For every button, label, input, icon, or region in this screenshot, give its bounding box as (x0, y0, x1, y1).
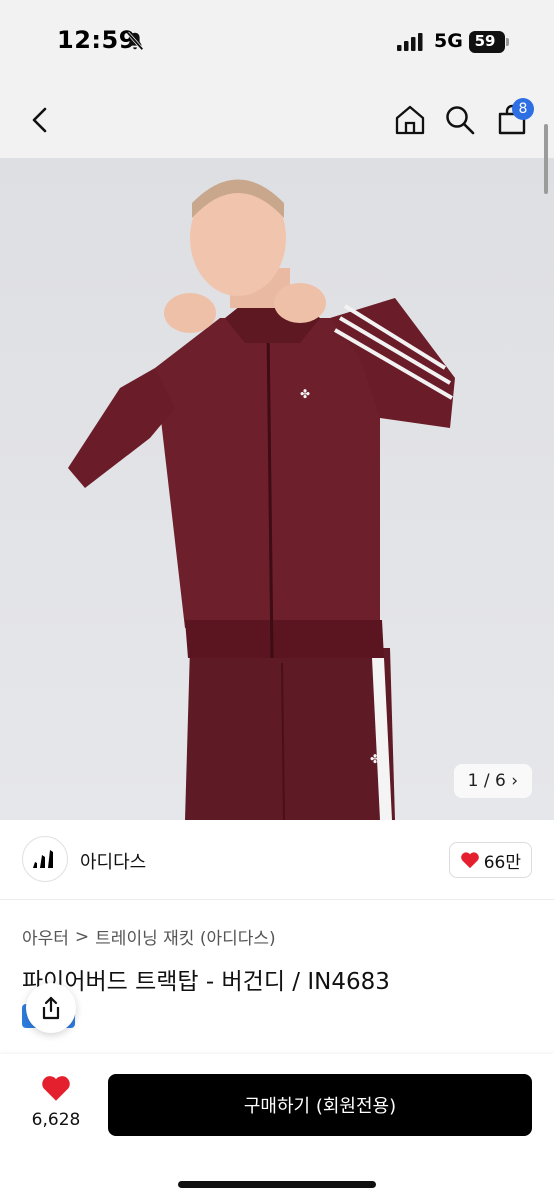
brand-logo[interactable] (22, 836, 68, 882)
network-type: 5G (434, 30, 463, 52)
breadcrumb-separator: > (74, 926, 90, 947)
image-counter-text: 1 / 6 (467, 771, 506, 791)
breadcrumb-subcategory[interactable]: 트레이닝 재킷 (아디다스) (95, 924, 275, 949)
product-title: 파이어버드 트랙탑 - 버건디 / IN4683 (22, 969, 390, 995)
search-icon (446, 106, 475, 135)
product-screen: 12:59 5G 59 8 ✤ ✤ 1 / 6 › 아디다스 66만 아우터 >… (0, 0, 554, 1200)
search-button[interactable] (440, 100, 480, 140)
cart-count-badge: 8 (512, 98, 534, 120)
status-bar: 12:59 5G 59 (0, 0, 554, 84)
wish-count: 6,628 (31, 1110, 81, 1130)
share-button[interactable] (26, 983, 76, 1033)
breadcrumb-category[interactable]: 아우터 (22, 924, 69, 949)
chevron-right-icon: › (511, 771, 518, 791)
bottom-purchase-bar: 6,628 구매하기 (회원전용) (0, 1054, 554, 1200)
buy-button[interactable]: 구매하기 (회원전용) (108, 1074, 532, 1136)
product-image[interactable]: ✤ ✤ 1 / 6 › (0, 158, 554, 820)
back-button[interactable] (20, 100, 60, 140)
adidas-logo-icon (33, 850, 53, 868)
heart-icon (42, 1076, 70, 1101)
product-photo: ✤ ✤ (68, 179, 455, 820)
svg-text:✤: ✤ (300, 387, 310, 401)
heart-icon (460, 852, 479, 869)
breadcrumb: 아우터 > 트레이닝 재킷 (아디다스) (22, 924, 276, 950)
brand-like-count: 66만 (483, 852, 521, 873)
svg-text:✤: ✤ (370, 752, 380, 766)
home-indicator[interactable] (178, 1181, 376, 1188)
home-button[interactable] (390, 100, 430, 140)
home-icon (395, 105, 425, 135)
scrollbar[interactable] (544, 124, 548, 194)
brand-name[interactable]: 아디다스 (80, 848, 146, 874)
image-counter[interactable]: 1 / 6 › (453, 764, 532, 798)
brand-like-button[interactable]: 66만 (448, 842, 532, 878)
battery-icon: 59 (469, 31, 509, 53)
cart-button[interactable]: 8 (492, 98, 534, 140)
top-nav: 8 (0, 84, 554, 158)
signal-icon (397, 33, 423, 51)
wish-button[interactable]: 6,628 (22, 1074, 90, 1130)
battery-level: 59 (474, 32, 496, 50)
back-icon (32, 107, 47, 133)
brand-row: 아디다스 66만 (0, 820, 554, 900)
bell-off-icon (126, 31, 144, 51)
share-icon (42, 996, 60, 1020)
